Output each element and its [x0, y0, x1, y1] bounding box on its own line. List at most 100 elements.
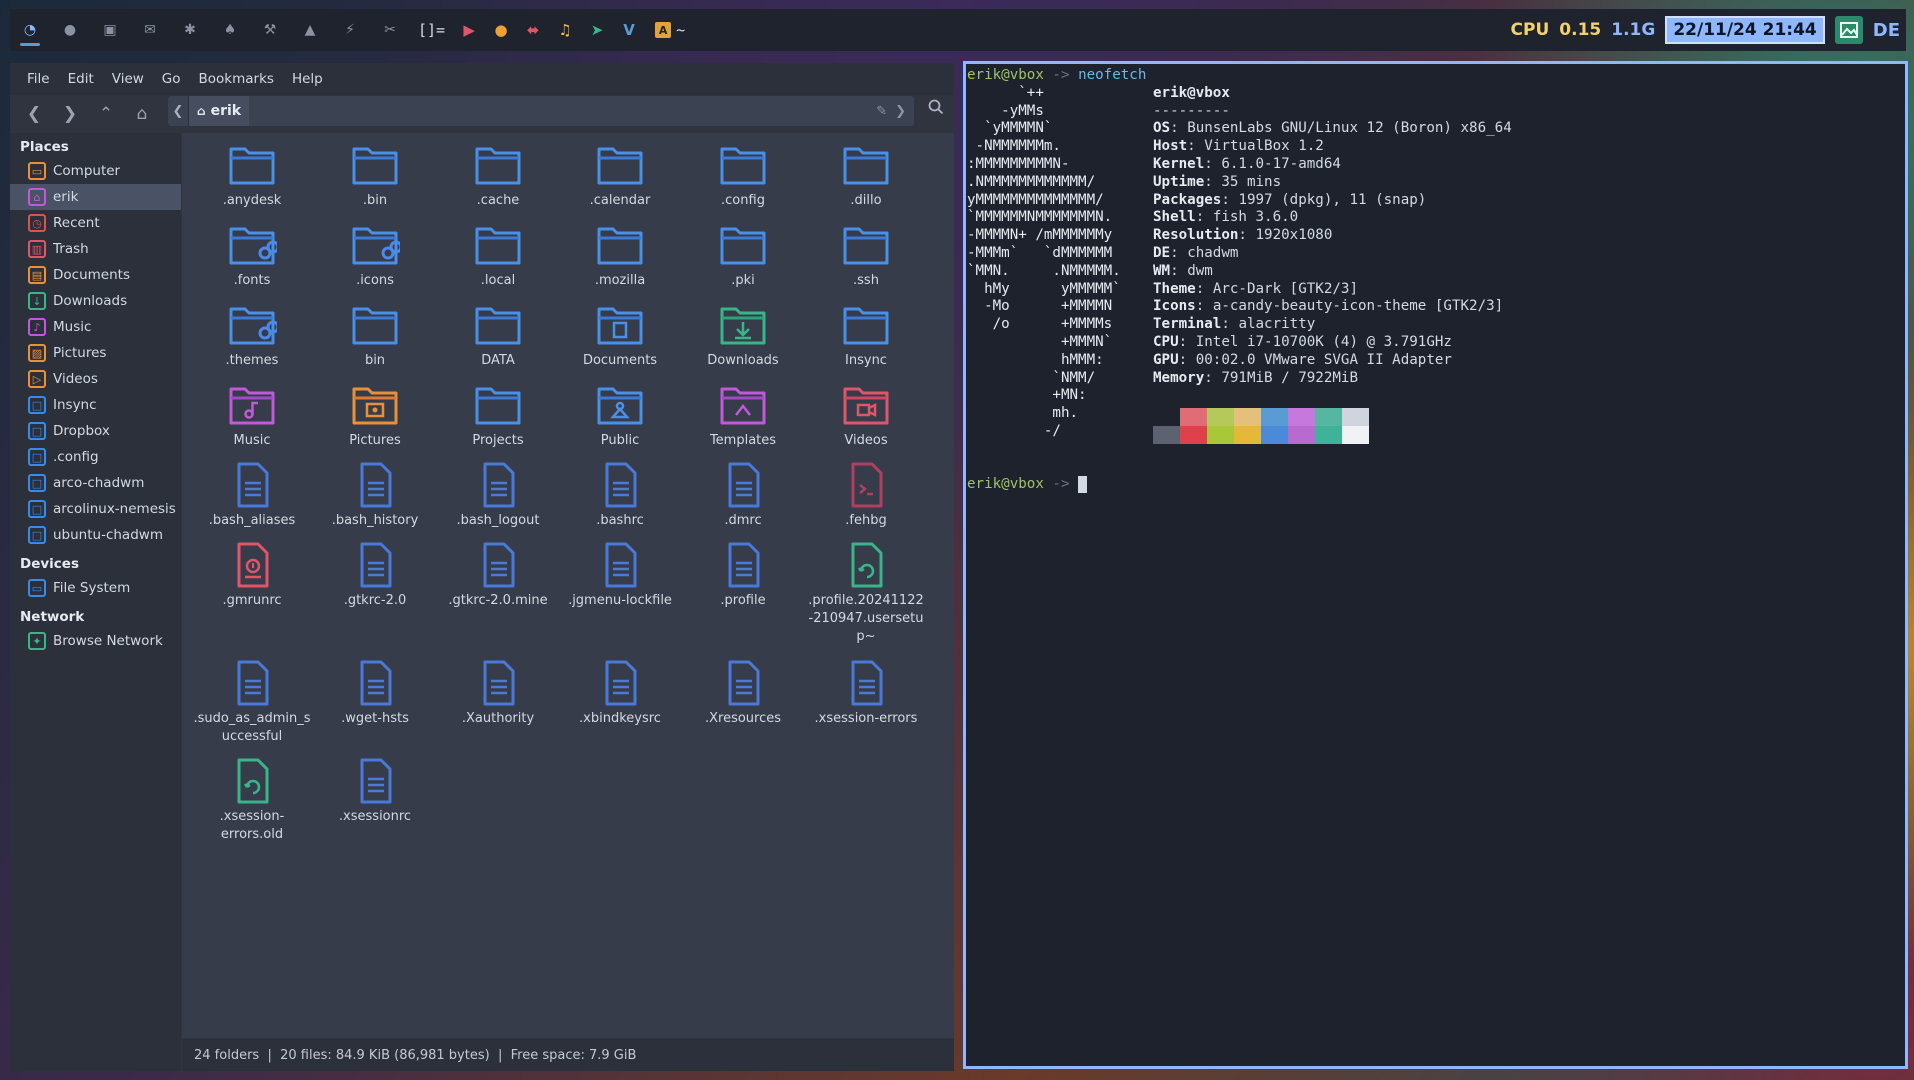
sidebar-item-file-system[interactable]: ▭ File System: [10, 575, 181, 601]
file-item[interactable]: Videos: [806, 381, 926, 450]
tag-4[interactable]: ✉: [130, 9, 170, 51]
file-item[interactable]: .dmrc: [683, 461, 803, 530]
file-item[interactable]: Public: [560, 381, 680, 450]
file-item[interactable]: .themes: [192, 301, 312, 370]
sidebar-item-dropbox[interactable]: □ Dropbox: [10, 418, 181, 444]
sidebar-item-videos[interactable]: ▷ Videos: [10, 366, 181, 392]
file-item[interactable]: .profile.20241122-210947.usersetup~: [806, 541, 926, 646]
youtube-icon[interactable]: ▶: [457, 21, 481, 39]
home-button[interactable]: ⌂: [124, 96, 160, 132]
sidebar-item-music[interactable]: ♪ Music: [10, 314, 181, 340]
file-item[interactable]: .cache: [438, 141, 558, 210]
back-button[interactable]: ❮: [16, 96, 52, 132]
file-item[interactable]: .sudo_as_admin_successful: [192, 659, 312, 746]
menu-view[interactable]: View: [103, 71, 153, 87]
tag-2[interactable]: ●: [50, 9, 90, 51]
file-item[interactable]: .anydesk: [192, 141, 312, 210]
vivaldi-icon[interactable]: V: [617, 21, 641, 39]
file-item[interactable]: .xsessionrc: [315, 757, 435, 826]
image-icon[interactable]: [1834, 16, 1863, 44]
file-item[interactable]: .ssh: [806, 221, 926, 290]
file-item[interactable]: .profile: [683, 541, 803, 610]
path-scroll-right-button[interactable]: ❯: [895, 104, 914, 119]
file-item[interactable]: .gtkrc-2.0: [315, 541, 435, 610]
file-item[interactable]: .config: [683, 141, 803, 210]
file-item[interactable]: .calendar: [560, 141, 680, 210]
file-item[interactable]: .fonts: [192, 221, 312, 290]
tag-1[interactable]: ◔: [10, 9, 50, 51]
sidebar-item-arcolinux-nemesis[interactable]: □ arcolinux-nemesis: [10, 496, 181, 522]
tag-3[interactable]: ▣: [90, 9, 130, 51]
menu-bookmarks[interactable]: Bookmarks: [190, 71, 283, 87]
file-item[interactable]: .mozilla: [560, 221, 680, 290]
file-item[interactable]: .dillo: [806, 141, 926, 210]
terminal-window[interactable]: erik@vbox -> neofetch `++ -yMMs `yMMMMN`…: [963, 61, 1908, 1069]
sidebar-item-config[interactable]: □ .config: [10, 444, 181, 470]
sidebar-item-ubuntu-chadwm[interactable]: □ ubuntu-chadwm: [10, 522, 181, 548]
sidebar-item-recent[interactable]: ◷ Recent: [10, 210, 181, 236]
info-row: Theme: Arc-Dark [GTK2/3]: [1153, 280, 1358, 298]
up-button[interactable]: ⌃: [88, 96, 124, 132]
file-item[interactable]: .jgmenu-lockfile: [560, 541, 680, 610]
file-item[interactable]: .local: [438, 221, 558, 290]
sidebar-item-insync[interactable]: □ Insync: [10, 392, 181, 418]
sidebar-item-browse-network[interactable]: ✦ Browse Network: [10, 628, 181, 654]
file-item[interactable]: .wget-hsts: [315, 659, 435, 728]
file-item[interactable]: bin: [315, 301, 435, 370]
file-item[interactable]: Music: [192, 381, 312, 450]
file-item[interactable]: .xbindkeysrc: [560, 659, 680, 728]
file-item[interactable]: .fehbg: [806, 461, 926, 530]
clock[interactable]: 22/11/24 21:44: [1665, 16, 1825, 44]
file-item[interactable]: .Xresources: [683, 659, 803, 728]
tag-5[interactable]: ✱: [170, 9, 210, 51]
file-item[interactable]: .gmrunrc: [192, 541, 312, 610]
file-item[interactable]: Pictures: [315, 381, 435, 450]
file-item[interactable]: Templates: [683, 381, 803, 450]
file-item[interactable]: .bash_aliases: [192, 461, 312, 530]
menu-edit[interactable]: Edit: [59, 71, 103, 87]
file-item[interactable]: Insync: [806, 301, 926, 370]
file-item[interactable]: DATA: [438, 301, 558, 370]
path-scroll-left-button[interactable]: ❮: [168, 96, 189, 126]
file-item[interactable]: .xsession-errors.old: [192, 757, 312, 844]
send-icon[interactable]: ➤: [585, 21, 609, 39]
file-item[interactable]: .bin: [315, 141, 435, 210]
menu-go[interactable]: Go: [153, 71, 190, 87]
sidebar-item-downloads[interactable]: ↓ Downloads: [10, 288, 181, 314]
sidebar-item-arco-chadwm[interactable]: □ arco-chadwm: [10, 470, 181, 496]
file-item[interactable]: Downloads: [683, 301, 803, 370]
file-item[interactable]: .icons: [315, 221, 435, 290]
file-item[interactable]: .Xauthority: [438, 659, 558, 728]
file-item[interactable]: .bash_history: [315, 461, 435, 530]
info-row: Uptime: 35 mins: [1153, 173, 1281, 191]
usb-icon[interactable]: ⬌: [521, 21, 545, 39]
file-item[interactable]: .xsession-errors: [806, 659, 926, 728]
layout-indicator[interactable]: []=: [418, 21, 445, 39]
file-item[interactable]: .bash_logout: [438, 461, 558, 530]
music-icon[interactable]: ♫: [553, 21, 577, 39]
tag-8[interactable]: ▲: [290, 9, 330, 51]
sidebar-item-pictures[interactable]: ▨ Pictures: [10, 340, 181, 366]
sidebar-item-erik[interactable]: ⌂ erik: [10, 184, 181, 210]
menu-help[interactable]: Help: [283, 71, 332, 87]
menu-file[interactable]: File: [18, 71, 59, 87]
tag-10[interactable]: ✂: [370, 9, 410, 51]
file-item[interactable]: .gtkrc-2.0.mine: [438, 541, 558, 610]
tag-6[interactable]: ♠: [210, 9, 250, 51]
search-icon[interactable]: [928, 99, 944, 119]
file-item[interactable]: Projects: [438, 381, 558, 450]
file-item[interactable]: .pki: [683, 221, 803, 290]
tag-9[interactable]: ⚡: [330, 9, 370, 51]
firefox-orange-icon[interactable]: ●: [489, 21, 513, 39]
tag-7[interactable]: ⚒: [250, 9, 290, 51]
file-item[interactable]: Documents: [560, 301, 680, 370]
sidebar-item-computer[interactable]: ▭ Computer: [10, 158, 181, 184]
sidebar-item-documents[interactable]: ▤ Documents: [10, 262, 181, 288]
path-crumb-home[interactable]: ⌂ erik: [189, 96, 250, 126]
sidebar-item-trash[interactable]: ▥ Trash: [10, 236, 181, 262]
info-key: Terminal: [1153, 316, 1222, 333]
layout-symbol[interactable]: []=: [418, 21, 445, 39]
forward-button[interactable]: ❯: [52, 96, 88, 132]
file-item[interactable]: .bashrc: [560, 461, 680, 530]
edit-location-icon[interactable]: ✎: [876, 104, 895, 119]
